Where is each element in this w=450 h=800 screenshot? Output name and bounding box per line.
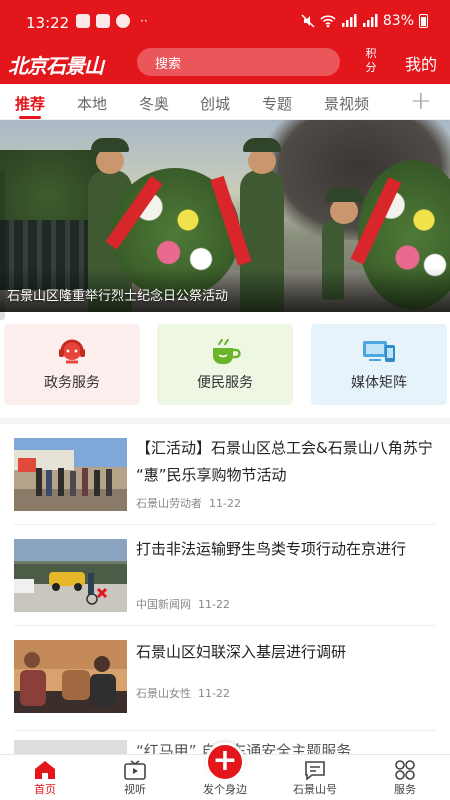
news-thumbnail bbox=[14, 539, 127, 612]
news-title: “红马甲” 自行车通安全主题服务 bbox=[136, 742, 352, 754]
cup-icon bbox=[213, 338, 241, 364]
service-convenience[interactable]: 便民服务 bbox=[157, 324, 293, 405]
news-thumbnail bbox=[14, 640, 127, 713]
nav-home[interactable]: 首页 bbox=[0, 755, 90, 800]
active-tab-indicator bbox=[19, 116, 41, 119]
nav-video[interactable]: 视听 bbox=[90, 755, 180, 800]
news-date: 11-22 bbox=[209, 497, 241, 510]
headset-icon bbox=[59, 339, 85, 364]
news-thumbnail-scene bbox=[14, 450, 112, 496]
status-time: 13:22 bbox=[26, 14, 70, 32]
news-title: 【汇活动】石景山区总工会&石景山八角苏宁 “惠”民乐享购物节活动 bbox=[136, 439, 433, 484]
side-drawer-handle[interactable] bbox=[0, 170, 5, 320]
wifi-icon bbox=[320, 15, 336, 28]
tab-local[interactable]: 本地 bbox=[77, 93, 107, 114]
signal-icon-2 bbox=[362, 14, 378, 27]
points-button[interactable]: 积分 bbox=[364, 47, 378, 75]
news-source: 石景山劳动者 bbox=[136, 497, 202, 510]
search-placeholder: 搜索 bbox=[155, 56, 182, 72]
news-thumbnail-scene bbox=[14, 564, 127, 605]
home-icon bbox=[35, 761, 55, 779]
service-government-label: 政务服务 bbox=[44, 375, 100, 391]
tv-icon bbox=[124, 760, 146, 780]
tab-civic[interactable]: 创城 bbox=[200, 93, 230, 114]
news-thumbnail bbox=[14, 740, 127, 754]
search-input[interactable]: 搜索 bbox=[137, 48, 340, 76]
grid-icon bbox=[395, 760, 415, 780]
news-date: 11-22 bbox=[198, 687, 230, 700]
tab-winter-olympics[interactable]: 冬奥 bbox=[139, 93, 169, 114]
service-government[interactable]: 政务服务 bbox=[4, 324, 140, 405]
news-item[interactable]: 【汇活动】石景山区总工会&石景山八角苏宁 “惠”民乐享购物节活动 石景山劳动者 1… bbox=[0, 424, 450, 524]
news-source: 石景山女性 bbox=[136, 687, 191, 700]
mine-button[interactable]: 我的 bbox=[405, 51, 437, 75]
notification-icons: ·· bbox=[76, 14, 148, 28]
nav-home-label: 首页 bbox=[34, 783, 56, 796]
service-convenience-label: 便民服务 bbox=[197, 375, 253, 391]
tab-topics[interactable]: 专题 bbox=[262, 93, 292, 114]
battery-icon bbox=[419, 14, 428, 28]
news-date: 11-22 bbox=[198, 598, 230, 611]
nav-services-label: 服务 bbox=[394, 783, 416, 796]
news-meta: 中国新闻网 11-22 bbox=[136, 596, 230, 612]
more-notifications-icon: ·· bbox=[140, 14, 148, 28]
news-title: 打击非法运输野生鸟类专项行动在京进行 bbox=[136, 540, 407, 558]
news-thumbnail bbox=[14, 438, 127, 511]
news-meta: 石景山劳动者 11-22 bbox=[136, 495, 241, 511]
post-plus-button[interactable]: + bbox=[205, 742, 245, 782]
message-notification-icon bbox=[116, 14, 130, 28]
message-icon bbox=[305, 761, 325, 780]
app-logo: 北京石景山 bbox=[8, 54, 104, 78]
list-divider bbox=[14, 730, 436, 731]
service-cards: 政务服务 便民服务 媒体矩阵 bbox=[0, 324, 450, 406]
app-header: 北京石景山 搜索 积分 我的 bbox=[0, 42, 450, 84]
nav-post-label: 发个身边 bbox=[203, 783, 247, 796]
channel-tabs: 推荐 本地 冬奥 创城 专题 景视频 + bbox=[0, 84, 450, 120]
nav-account-label: 石景山号 bbox=[293, 783, 337, 796]
add-channel-icon[interactable]: + bbox=[410, 86, 432, 116]
news-item[interactable]: 石景山区妇联深入基层进行调研 石景山女性 11-22 bbox=[0, 626, 450, 736]
battery-percent: 83% bbox=[382, 13, 414, 29]
news-item[interactable]: 打击非法运输野生鸟类专项行动在京进行 中国新闻网 11-22 bbox=[0, 525, 450, 625]
news-title: 石景山区妇联深入基层进行调研 bbox=[136, 643, 347, 661]
devices-icon bbox=[363, 341, 395, 362]
signal-icon bbox=[341, 14, 357, 27]
news-source: 中国新闻网 bbox=[136, 598, 191, 611]
tab-recommend[interactable]: 推荐 bbox=[15, 93, 45, 114]
nav-video-label: 视听 bbox=[124, 783, 146, 796]
news-meta: 石景山女性 11-22 bbox=[136, 685, 230, 701]
news-thumbnail-scene bbox=[20, 652, 116, 708]
system-indicators: 83% bbox=[301, 13, 428, 29]
app-notification-icon bbox=[76, 14, 90, 28]
service-media[interactable]: 媒体矩阵 bbox=[311, 324, 447, 405]
mute-icon bbox=[301, 14, 315, 28]
banner-carousel[interactable]: 石景山区隆重举行烈士纪念日公祭活动 bbox=[0, 120, 450, 312]
service-media-label: 媒体矩阵 bbox=[351, 375, 407, 391]
image-notification-icon bbox=[96, 14, 110, 28]
nav-services[interactable]: 服务 bbox=[360, 755, 450, 800]
nav-account[interactable]: 石景山号 bbox=[270, 755, 360, 800]
status-bar: 13:22 ·· 83% bbox=[0, 0, 450, 46]
tab-video[interactable]: 景视频 bbox=[324, 93, 369, 114]
banner-caption: 石景山区隆重举行烈士纪念日公祭活动 bbox=[7, 289, 229, 304]
